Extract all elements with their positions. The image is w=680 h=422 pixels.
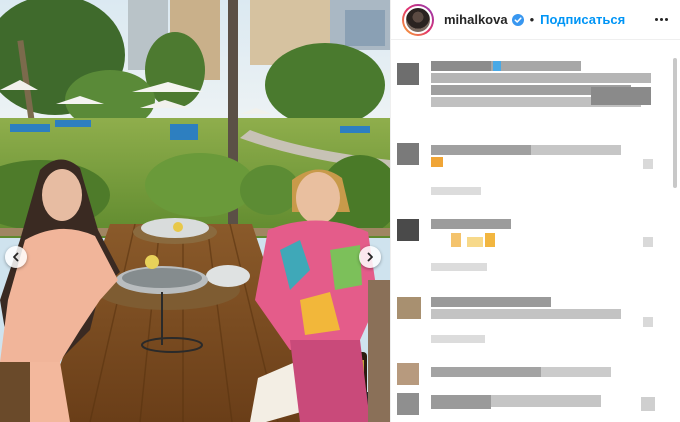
- post-side-panel: mihalkova • Подписаться: [390, 0, 680, 422]
- comments-list: [391, 41, 680, 422]
- avatar: [397, 393, 419, 415]
- chevron-left-icon: [13, 252, 19, 262]
- separator: •: [529, 12, 535, 27]
- avatar: [397, 63, 419, 85]
- verified-badge-icon: [511, 13, 524, 26]
- avatar: [397, 297, 421, 319]
- chevron-right-icon: [367, 252, 373, 262]
- more-options-icon[interactable]: [655, 18, 668, 21]
- previous-photo-button[interactable]: [5, 246, 27, 268]
- follow-button[interactable]: Подписаться: [540, 12, 625, 27]
- avatar[interactable]: [402, 3, 434, 36]
- username[interactable]: mihalkova: [444, 12, 508, 27]
- comments-scrollbar[interactable]: [673, 58, 677, 188]
- photo-scene: [0, 0, 390, 422]
- post-header: mihalkova • Подписаться: [391, 0, 680, 40]
- avatar: [397, 219, 419, 241]
- next-photo-button[interactable]: [359, 246, 381, 268]
- post-photo[interactable]: [0, 0, 390, 422]
- avatar: [397, 143, 419, 165]
- avatar: [397, 363, 419, 385]
